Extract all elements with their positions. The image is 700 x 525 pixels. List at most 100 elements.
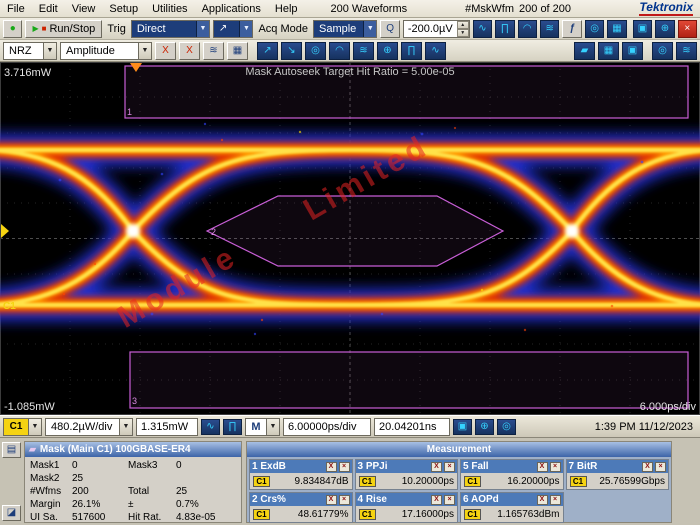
eye-mode-icon[interactable]: ◎ xyxy=(584,19,605,38)
signal-type-select[interactable]: NRZ ▼ xyxy=(3,41,57,60)
histogram-mode-icon[interactable]: ▦ xyxy=(607,19,627,38)
measurement-category-value: Amplitude xyxy=(66,44,115,57)
arc-glyph: ◠ xyxy=(335,44,344,56)
increment-icon[interactable]: ▲ xyxy=(456,20,469,29)
run-stop-button[interactable]: ▶ ■ Run/Stop xyxy=(25,19,103,38)
menu-help[interactable]: Help xyxy=(268,0,305,17)
vertical-offset-field[interactable]: 1.315mW xyxy=(136,417,198,436)
statistics-icon[interactable]: X xyxy=(325,494,337,505)
results-list-icon[interactable]: ▤ xyxy=(2,442,21,458)
histogram-stats-icon[interactable]: ▦ xyxy=(227,41,248,60)
eye-width-icon[interactable]: ◎ xyxy=(305,41,326,60)
trigger-source-select[interactable]: Direct ▼ xyxy=(130,19,210,38)
statistics-icon[interactable]: X xyxy=(325,461,337,472)
measurement-value: 16.20000ps xyxy=(507,475,560,487)
zoom-tool-icon[interactable]: ▣ xyxy=(622,41,643,60)
measurement-header[interactable]: 3 PPJi X × xyxy=(355,460,457,473)
arc-wave-icon[interactable]: ◠ xyxy=(517,19,537,38)
acq-mode-select[interactable]: Sample ▼ xyxy=(312,19,378,38)
measurement-panel-header[interactable]: Measurement xyxy=(247,442,671,457)
close-icon[interactable]: × xyxy=(677,19,698,38)
statistics-icon[interactable]: X xyxy=(536,494,548,505)
remove-measurement-icon[interactable]: × xyxy=(444,461,455,472)
measurement-header[interactable]: 7 BitR X × xyxy=(566,460,668,473)
statistics-icon[interactable]: X xyxy=(431,494,442,505)
histogram-tool-icon[interactable]: ▦ xyxy=(598,41,619,60)
remove-measurement-icon[interactable]: × xyxy=(655,461,666,472)
panel-corner-icon[interactable]: ◪ xyxy=(2,505,21,521)
mean-statistics-icon[interactable]: X xyxy=(179,41,200,60)
statistics-x-icon[interactable]: X xyxy=(155,41,176,60)
amplitude-meas-icon[interactable]: ∏ xyxy=(401,41,422,60)
histogram-glyph: ▦ xyxy=(612,22,622,34)
remove-measurement-icon[interactable]: × xyxy=(444,494,455,505)
math-function-icon[interactable]: ƒ xyxy=(562,19,582,38)
statistics-icon[interactable]: X xyxy=(642,461,653,472)
mask-panel-header[interactable]: ▰ Mask (Main C1) 100GBASE-ER4 xyxy=(25,442,241,457)
measurement-header[interactable]: 2 Crs% X × xyxy=(250,493,352,506)
waveform-stats-icon[interactable]: ≋ xyxy=(203,41,224,60)
measurement-header[interactable]: 5 Fall X × xyxy=(461,460,563,473)
remove-measurement-icon[interactable]: × xyxy=(549,494,561,505)
measurement-header[interactable]: 4 Rise X × xyxy=(355,493,457,506)
menu-setup[interactable]: Setup xyxy=(102,0,145,17)
crossing-icon[interactable]: ⊕ xyxy=(377,41,398,60)
eye-height-icon[interactable]: ◠ xyxy=(329,41,350,60)
horizontal-position-field[interactable]: 20.04201ns xyxy=(374,417,450,436)
extinction-ratio-icon[interactable]: ∿ xyxy=(425,41,446,60)
menu-view[interactable]: View xyxy=(65,0,103,17)
measurement-category-select[interactable]: Amplitude ▼ xyxy=(60,41,152,60)
mask-stat-value: 0 xyxy=(72,460,78,471)
statistics-icon[interactable]: X xyxy=(431,461,442,472)
menu-applications[interactable]: Applications xyxy=(195,0,268,17)
cursor-icon[interactable]: ⊕ xyxy=(655,19,675,38)
mask-test-icon[interactable]: ▰ xyxy=(574,41,595,60)
chevron-down-icon: ▼ xyxy=(119,418,132,435)
pulse-wave-icon[interactable]: ∏ xyxy=(495,19,515,38)
horizontal-delay-icon[interactable]: ⊕ xyxy=(475,418,494,435)
remove-measurement-icon[interactable]: × xyxy=(549,461,561,472)
rise-time-icon[interactable]: ↗ xyxy=(257,41,278,60)
trigger-slope-select[interactable]: ↗ ▼ xyxy=(212,19,254,38)
fall-time-icon[interactable]: ↘ xyxy=(281,41,302,60)
remove-measurement-icon[interactable]: × xyxy=(338,494,350,505)
mask-stat-label: #Wfms xyxy=(30,486,62,497)
acquisition-status-icon[interactable]: ● xyxy=(3,19,23,38)
autoset-icon[interactable]: ◎ xyxy=(652,41,673,60)
menu-file[interactable]: File xyxy=(0,0,32,17)
menu-edit[interactable]: Edit xyxy=(32,0,65,17)
mask-stat-label: Total xyxy=(128,486,150,497)
measurement-header[interactable]: 1 ExdB X × xyxy=(250,460,352,473)
vertical-coarse-icon[interactable]: ∏ xyxy=(223,418,242,435)
multi-wave-icon[interactable]: ≋ xyxy=(540,19,560,38)
mask-glyph: ▰ xyxy=(580,44,589,56)
timebase-select[interactable]: M ▼ xyxy=(245,417,280,436)
horizontal-eye-icon[interactable]: ◎ xyxy=(497,418,516,435)
measurement-value: 25.76599Gbps xyxy=(599,475,665,487)
arc-glyph: ◠ xyxy=(522,22,532,34)
vertical-scale-select[interactable]: 480.2µW/div ▼ xyxy=(45,417,133,436)
sine-wave-icon[interactable]: ∿ xyxy=(472,19,493,38)
channel-select[interactable]: C1 ▼ xyxy=(3,417,42,436)
jitter-icon[interactable]: ≋ xyxy=(353,41,374,60)
measurement-header[interactable]: 6 AOPd X × xyxy=(461,493,563,506)
menu-utilities[interactable]: Utilities xyxy=(145,0,194,17)
list-glyph: ▤ xyxy=(6,444,17,455)
vertical-fine-icon[interactable]: ∿ xyxy=(201,418,220,435)
timebase-scale-readout: 6.000ps/div xyxy=(640,401,697,413)
waveform-display[interactable]: 1 2 3 C1 3.716mW Mask Autoseek Target Hi… xyxy=(0,62,700,415)
grid-style-icon[interactable]: ▣ xyxy=(632,19,653,38)
remove-measurement-icon[interactable]: × xyxy=(338,461,350,472)
measurement-cell: 1 ExdB X × C1 9.834847dB xyxy=(249,459,353,490)
statistics-icon[interactable]: X xyxy=(536,461,548,472)
mask-label-1: 1 xyxy=(127,107,132,117)
quick-view-button[interactable]: Q xyxy=(380,19,400,38)
horizontal-zoom-icon[interactable]: ▣ xyxy=(453,418,472,435)
mask-statistics: Mask1 0 Mask3 0 Mask2 25 #Wfms 200 Total… xyxy=(25,457,241,523)
decrement-icon[interactable]: ▼ xyxy=(456,28,469,37)
histogram-glyph: ▦ xyxy=(232,44,243,56)
measurement-value-row: C1 48.61779% xyxy=(250,506,352,522)
trigger-level-input[interactable]: -200.0µV ▲ ▼ xyxy=(402,19,470,38)
acquire-setup-icon[interactable]: ≋ xyxy=(676,41,697,60)
horizontal-scale-field[interactable]: 6.00000ps/div xyxy=(283,417,371,436)
